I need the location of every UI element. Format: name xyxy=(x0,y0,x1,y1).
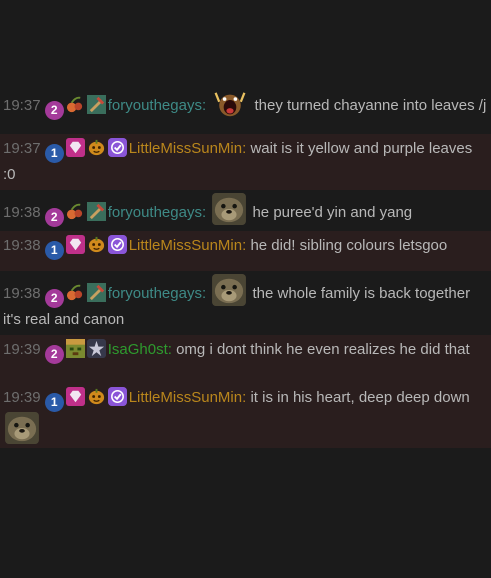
pumpkin-badge[interactable] xyxy=(87,138,106,157)
chat-message: 19:37 2 foryouthegays: they turned chayan… xyxy=(0,88,491,134)
cherry-badge[interactable] xyxy=(66,202,85,221)
username[interactable]: foryouthegays xyxy=(108,204,202,221)
username[interactable]: IsaGh0st xyxy=(108,341,168,358)
username-colon: : xyxy=(201,204,207,221)
sub-badge-2[interactable]: 2 xyxy=(44,101,64,120)
star-badge[interactable] xyxy=(87,339,106,358)
chat-message: 19:38 1 LittleMissSunMin: he did! sibling… xyxy=(0,231,491,271)
pumpkin-badge[interactable] xyxy=(87,235,106,254)
verified-badge[interactable] xyxy=(108,138,127,157)
cherry-badge[interactable] xyxy=(66,283,85,302)
chat-log: 19:37 2 foryouthegays: they turned chayan… xyxy=(0,88,491,448)
timestamp: 19:39 xyxy=(3,389,41,406)
username-colon: : xyxy=(201,285,207,302)
otter-emote[interactable] xyxy=(212,193,246,225)
username-colon: : xyxy=(167,341,172,358)
pickaxe-badge[interactable] xyxy=(87,283,106,302)
sub-badge-2[interactable]: 2 xyxy=(44,289,64,308)
message-text: omg i dont think he even realizes he did… xyxy=(176,341,470,358)
timestamp: 19:39 xyxy=(3,341,41,358)
username[interactable]: foryouthegays xyxy=(108,285,202,302)
pickaxe-badge[interactable] xyxy=(87,95,106,114)
message-text: he puree'd yin and yang xyxy=(252,204,413,221)
chat-message: 19:38 2 foryouthegays: the whole family i… xyxy=(0,271,491,335)
sub-badge-2[interactable]: 2 xyxy=(44,345,64,364)
verified-badge[interactable] xyxy=(108,387,127,406)
message-text: it is in his heart, deep deep down xyxy=(250,389,470,406)
sub-badge-1[interactable]: 1 xyxy=(44,393,64,412)
timestamp: 19:38 xyxy=(3,285,41,302)
chat-message: 19:39 1 LittleMissSunMin: it is in his he… xyxy=(0,383,491,448)
timestamp: 19:37 xyxy=(3,140,41,157)
otter-emote[interactable] xyxy=(212,274,246,306)
timestamp: 19:38 xyxy=(3,204,41,221)
gem-badge[interactable] xyxy=(66,138,85,157)
message-text: he did! sibling colours letsgoo xyxy=(250,237,448,254)
screaming-emote[interactable] xyxy=(212,91,248,118)
sub-badge-1[interactable]: 1 xyxy=(44,241,64,260)
cherry-badge[interactable] xyxy=(66,95,85,114)
chat-message: 19:39 2 IsaGh0st: omg i dont think he eve… xyxy=(0,335,491,383)
username[interactable]: foryouthegays xyxy=(108,97,202,114)
username[interactable]: LittleMissSunMin xyxy=(129,237,242,254)
sub-badge-1[interactable]: 1 xyxy=(44,144,64,163)
gem-badge[interactable] xyxy=(66,387,85,406)
chat-message: 19:37 1 LittleMissSunMin: wait is it yell… xyxy=(0,134,491,190)
username[interactable]: LittleMissSunMin xyxy=(129,140,242,157)
pickaxe-badge[interactable] xyxy=(87,202,106,221)
username-colon: : xyxy=(242,389,247,406)
pumpkin-badge[interactable] xyxy=(87,387,106,406)
gem-badge[interactable] xyxy=(66,235,85,254)
message-text: they turned chayanne into leaves /j xyxy=(254,97,487,114)
minecraft-face-badge[interactable] xyxy=(66,339,85,358)
timestamp: 19:38 xyxy=(3,237,41,254)
chat-message: 19:38 2 foryouthegays: he puree'd yin and… xyxy=(0,190,491,231)
username-colon: : xyxy=(242,237,247,254)
sub-badge-2[interactable]: 2 xyxy=(44,208,64,227)
username-colon: : xyxy=(242,140,247,157)
otter-emote[interactable] xyxy=(5,412,39,444)
username-colon: : xyxy=(201,97,207,114)
username[interactable]: LittleMissSunMin xyxy=(129,389,242,406)
verified-badge[interactable] xyxy=(108,235,127,254)
timestamp: 19:37 xyxy=(3,97,41,114)
